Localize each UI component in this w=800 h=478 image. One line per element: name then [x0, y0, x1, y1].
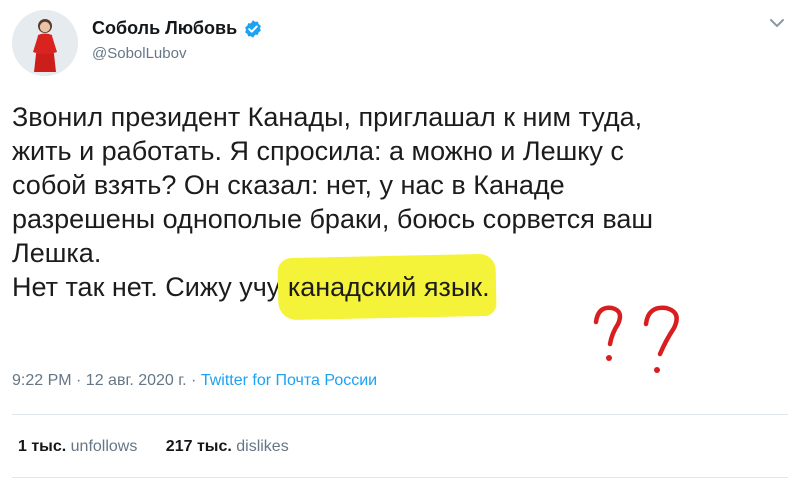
tweet-meta: 9:22 PM · 12 авг. 2020 г. · Twitter for … [12, 372, 377, 390]
author-display-name[interactable]: Соболь Любовь [92, 18, 237, 39]
stat-count: 1 тыс. [18, 438, 67, 455]
author-block[interactable]: Соболь Любовь @SobolLubov [92, 18, 263, 62]
author-handle[interactable]: @SobolLubov [92, 45, 263, 62]
verified-badge-icon [243, 19, 263, 39]
tweet-line: разрешены однополые браки, боюсь сорветс… [12, 204, 654, 234]
divider [12, 414, 788, 415]
tweet-timestamp[interactable]: 9:22 PM · 12 авг. 2020 г. · [12, 372, 201, 389]
highlighted-phrase: канадский язык. [277, 253, 497, 321]
tweet-line-prefix: Нет так нет. Сижу учу [12, 272, 288, 302]
tweet-source-link[interactable]: Twitter for Почта России [201, 372, 377, 389]
stat-count: 217 тыс. [165, 438, 232, 455]
tweet-line: Звонил президент Канады, приглашал к ним… [12, 102, 643, 132]
tweet-line: жить и работать. Я спросила: а можно и Л… [12, 136, 624, 166]
tweet-last-line: Нет так нет. Сижу учу канадский язык. [12, 253, 792, 321]
highlighted-text: канадский язык. [287, 272, 490, 302]
tweet-text: Звонил президент Канады, приглашал к ним… [12, 100, 792, 321]
stat-unfollows[interactable]: 1 тыс. unfollows [18, 438, 137, 456]
question-marks-annotation [593, 305, 679, 373]
tweet-stats: 1 тыс. unfollows 217 тыс. dislikes [18, 438, 289, 456]
chevron-down-icon[interactable] [766, 12, 788, 34]
stat-label: unfollows [70, 438, 138, 455]
tweet-line: собой взять? Он сказал: нет, у нас в Кан… [12, 170, 565, 200]
tweet-header: Соболь Любовь @SobolLubov [12, 8, 788, 80]
avatar[interactable] [12, 10, 78, 76]
stat-dislikes[interactable]: 217 тыс. dislikes [166, 438, 289, 456]
stat-label: dislikes [236, 438, 289, 455]
